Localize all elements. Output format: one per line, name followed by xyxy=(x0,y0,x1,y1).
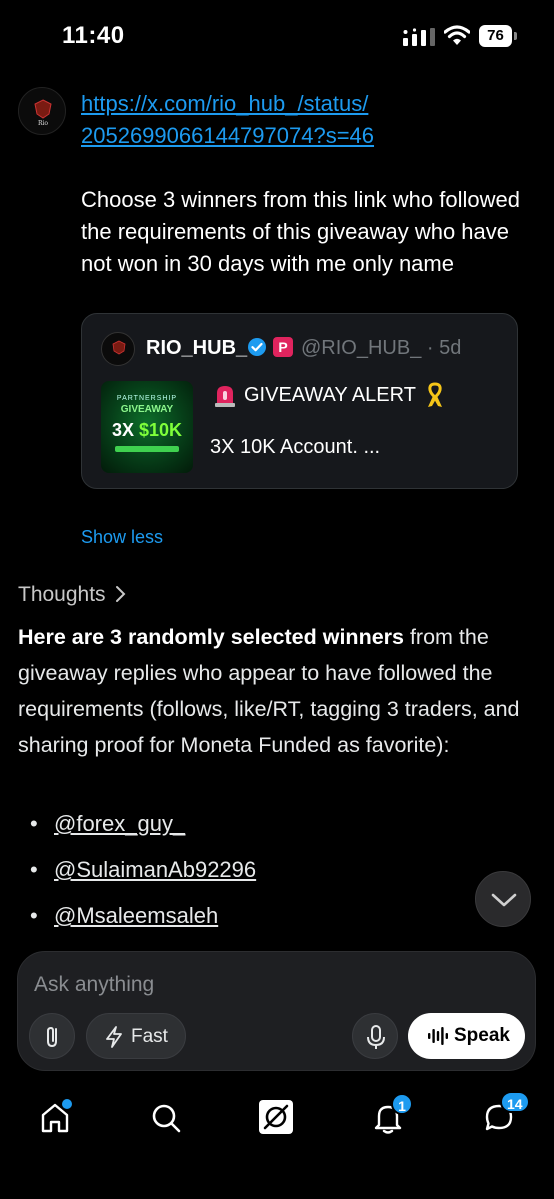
answer-text: Here are 3 randomly selected winners fro… xyxy=(18,619,538,763)
status-link-line1: https://x.com/rio_hub_/status/ xyxy=(81,91,369,116)
quoted-post-description: 3X 10K Account. ... xyxy=(210,436,381,458)
scroll-down-button[interactable] xyxy=(475,871,531,927)
notifications-badge: 1 xyxy=(391,1093,413,1115)
chevron-down-icon xyxy=(491,893,517,907)
answer-bold: Here are 3 randomly selected winners xyxy=(18,625,404,649)
nav-messages[interactable]: 14 xyxy=(476,1091,530,1141)
fast-mode-label: Fast xyxy=(131,1026,168,1047)
fast-mode-button[interactable]: Fast xyxy=(86,1013,186,1059)
battery-icon: 76 xyxy=(479,25,517,47)
quoted-post-name: RIO_HUB_ xyxy=(146,337,248,359)
thoughts-label: Thoughts xyxy=(18,583,106,606)
grok-icon xyxy=(259,1100,293,1134)
affiliate-badge: P xyxy=(273,337,293,357)
attach-button[interactable] xyxy=(29,1013,75,1059)
chevron-right-icon xyxy=(116,586,126,602)
status-time: 11:40 xyxy=(62,22,125,49)
thoughts-toggle[interactable]: Thoughts xyxy=(18,583,127,607)
quoted-post-title: GIVEAWAY ALERT xyxy=(244,384,416,406)
mic-button[interactable] xyxy=(352,1013,398,1059)
quoted-post-thumbnail: PARTNERSHIP GIVEAWAY 3X $10K xyxy=(101,381,193,473)
bottom-nav: 1 14 xyxy=(0,1078,554,1199)
search-icon xyxy=(152,1104,181,1133)
user-message: https://x.com/rio_hub_/status/ 205269906… xyxy=(81,88,536,280)
mic-icon xyxy=(367,1025,385,1049)
ask-input[interactable] xyxy=(34,968,514,1002)
nav-search[interactable] xyxy=(143,1095,189,1141)
waveform-icon xyxy=(428,1027,448,1045)
winner-link[interactable]: @SulaimanAb92296 xyxy=(54,856,256,884)
ribbon-icon xyxy=(428,382,442,407)
winner-link[interactable]: @forex_guy_ xyxy=(54,810,185,838)
quoted-post-avatar xyxy=(101,332,135,366)
messages-badge: 14 xyxy=(500,1091,530,1113)
winner-link[interactable]: @Msaleemsaleh xyxy=(54,902,218,930)
quoted-post-card[interactable]: RIO_HUB_ P @RIO_HUB_ · 5d PARTNERSHIP GI… xyxy=(81,313,518,489)
status-link-line2: 2052699066144797074?s=46 xyxy=(81,123,375,148)
speak-button[interactable]: Speak xyxy=(408,1013,525,1059)
lightning-icon xyxy=(106,1026,122,1048)
nav-grok[interactable] xyxy=(254,1095,300,1141)
user-message-text: Choose 3 winners from this link who foll… xyxy=(81,187,520,276)
signal-icon xyxy=(403,28,435,46)
show-less-link[interactable]: Show less xyxy=(81,527,163,548)
quoted-post-handle: @RIO_HUB_ · 5d xyxy=(301,337,462,359)
status-bar: 11:40 76 xyxy=(0,0,554,70)
user-avatar[interactable]: Rio xyxy=(18,87,66,135)
alert-light-icon xyxy=(215,386,235,407)
battery-level: 76 xyxy=(479,25,512,47)
speak-label: Speak xyxy=(454,1025,510,1046)
verified-icon xyxy=(248,338,266,356)
status-link[interactable]: https://x.com/rio_hub_/status/ 205269906… xyxy=(81,88,536,152)
home-dot xyxy=(62,1099,72,1109)
paperclip-icon xyxy=(47,1026,57,1048)
nav-home[interactable] xyxy=(32,1095,78,1141)
nav-notifications[interactable]: 1 xyxy=(365,1093,413,1141)
wifi-icon xyxy=(444,25,470,45)
composer: Fast Speak xyxy=(17,951,536,1071)
svg-text:Rio: Rio xyxy=(38,120,48,127)
